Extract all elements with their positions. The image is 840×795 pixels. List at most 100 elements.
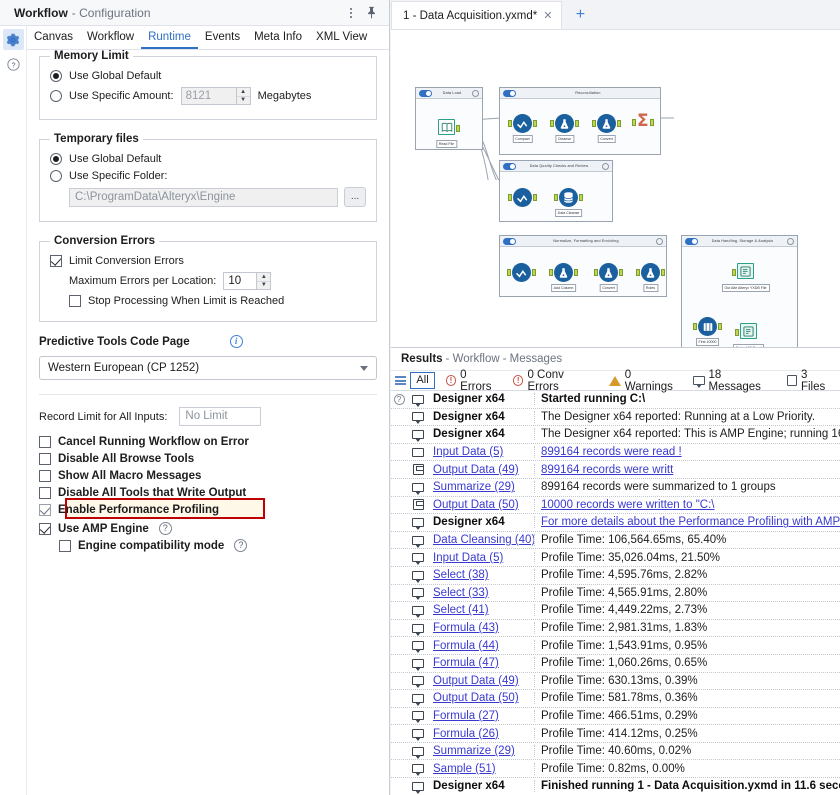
- option-disable-all-browse-tools[interactable]: Disable All Browse Tools: [27, 450, 389, 467]
- container-data-quality-checks[interactable]: Data Quality Checks and Review: [499, 160, 613, 222]
- message-row[interactable]: Select (41)Profile Time: 4,449.22ms, 2.7…: [391, 602, 840, 620]
- output-port[interactable]: [650, 119, 654, 126]
- tool-roles[interactable]: Roles: [641, 263, 660, 282]
- kebab-menu-icon[interactable]: [341, 3, 361, 23]
- filter-errors[interactable]: ! 0 Errors: [439, 369, 506, 393]
- message-tool-label[interactable]: Select (38): [433, 569, 489, 581]
- message-row[interactable]: Formula (43)Profile Time: 2,981.31ms, 1.…: [391, 620, 840, 638]
- message-tool-name[interactable]: Data Cleansing (40): [429, 534, 535, 546]
- message-row[interactable]: Formula (27)Profile Time: 466.51ms, 0.29…: [391, 708, 840, 726]
- stepper-down-icon[interactable]: ▼: [237, 97, 250, 105]
- message-text-label[interactable]: 899164 records were read !: [541, 446, 682, 458]
- message-row[interactable]: Summarize (29)899164 records were summar…: [391, 479, 840, 497]
- stop-processing-row[interactable]: Stop Processing When Limit is Reached: [50, 295, 366, 307]
- output-port[interactable]: [456, 125, 460, 132]
- message-tool-name[interactable]: Formula (44): [429, 640, 535, 652]
- message-text[interactable]: For more details about the Performance P…: [535, 516, 840, 528]
- input-port[interactable]: [632, 119, 636, 126]
- memory-global-row[interactable]: Use Global Default: [50, 70, 366, 82]
- memory-global-radio[interactable]: [50, 70, 62, 82]
- tool-sample-first-10000[interactable]: First 10000: [698, 317, 717, 336]
- message-row[interactable]: Output Data (50) 10000 records were writt…: [391, 497, 840, 515]
- message-row[interactable]: Output Data (49)Profile Time: 630.13ms, …: [391, 673, 840, 691]
- input-port[interactable]: [594, 269, 598, 276]
- message-row[interactable]: Output Data (50)Profile Time: 581.78ms, …: [391, 690, 840, 708]
- message-tool-name[interactable]: Output Data (49): [429, 675, 535, 687]
- tool-compact[interactable]: Compact: [513, 114, 532, 133]
- message-tool-label[interactable]: Formula (43): [433, 622, 499, 634]
- list-view-icon[interactable]: [395, 376, 406, 385]
- message-tool-name[interactable]: Output Data (49): [429, 464, 535, 476]
- workflow-canvas[interactable]: Data Load Read File: [391, 29, 840, 347]
- output-port[interactable]: [532, 269, 536, 276]
- output-port[interactable]: [575, 120, 579, 127]
- output-port[interactable]: [718, 323, 722, 330]
- message-row[interactable]: Designer x64The Designer x64 reported: T…: [391, 426, 840, 444]
- filter-conv-errors[interactable]: ! 0 Conv Errors: [506, 369, 602, 393]
- tool-summarize[interactable]: Σ: [637, 113, 649, 130]
- help-circle-icon[interactable]: ?: [159, 522, 172, 535]
- container-data-handling-storage-analysis[interactable]: Data Handling, Storage & Analysis Out Al…: [681, 235, 798, 347]
- output-port[interactable]: [579, 194, 583, 201]
- temp-folder-input[interactable]: C:\ProgramData\Alteryx\Engine: [69, 188, 338, 207]
- container-normalize-formatting-enriching[interactable]: Normalize, Formatting and Enriching: [499, 235, 667, 297]
- option-cancel-running-workflow-on-error[interactable]: Cancel Running Workflow on Error: [27, 433, 389, 450]
- tool-add-column[interactable]: Add Column: [554, 263, 573, 282]
- input-port[interactable]: [507, 269, 511, 276]
- output-port[interactable]: [619, 269, 623, 276]
- temp-specific-row[interactable]: Use Specific Folder:: [50, 170, 366, 182]
- message-row[interactable]: Formula (44)Profile Time: 1,543.91ms, 0.…: [391, 637, 840, 655]
- filter-files[interactable]: 3 Files: [780, 369, 840, 393]
- message-tool-name[interactable]: Summarize (29): [429, 481, 535, 493]
- message-row[interactable]: Summarize (29)Profile Time: 40.60ms, 0.0…: [391, 743, 840, 761]
- input-port[interactable]: [735, 329, 739, 336]
- message-row[interactable]: Data Cleansing (40)Profile Time: 106,564…: [391, 532, 840, 550]
- message-text-label[interactable]: For more details about the Performance P…: [541, 516, 840, 528]
- option-checkbox[interactable]: [39, 470, 51, 482]
- input-port[interactable]: [549, 269, 553, 276]
- memory-amount-stepper[interactable]: 8121 ▲ ▼: [181, 87, 251, 105]
- option-show-all-macro-messages[interactable]: Show All Macro Messages: [27, 467, 389, 484]
- stepper-up-icon[interactable]: ▲: [237, 88, 250, 97]
- input-port[interactable]: [693, 323, 697, 330]
- message-tool-label[interactable]: Summarize (29): [433, 481, 515, 493]
- record-limit-input[interactable]: No Limit: [179, 407, 261, 426]
- message-tool-label[interactable]: Summarize (29): [433, 745, 515, 757]
- stepper-down-icon[interactable]: ▼: [257, 282, 270, 290]
- message-tool-label[interactable]: Sample (51): [433, 763, 496, 775]
- message-tool-name[interactable]: Formula (47): [429, 657, 535, 669]
- message-row[interactable]: Input Data (5)899164 records were read !: [391, 444, 840, 462]
- filter-messages[interactable]: 18 Messages: [686, 369, 780, 393]
- toggle-on-icon[interactable]: [503, 238, 516, 245]
- memory-amount-arrows[interactable]: ▲ ▼: [236, 88, 250, 104]
- message-tool-label[interactable]: Output Data (50): [433, 499, 519, 511]
- input-port[interactable]: [550, 120, 554, 127]
- tab-xml-view[interactable]: XML View: [309, 25, 374, 49]
- max-errors-arrows[interactable]: ▲ ▼: [256, 273, 270, 289]
- option-checkbox[interactable]: [39, 523, 51, 535]
- memory-specific-radio[interactable]: [50, 90, 62, 102]
- help-circle-icon[interactable]: ?: [3, 54, 24, 75]
- toggle-on-icon[interactable]: [503, 163, 516, 170]
- container-data-load[interactable]: Data Load Read File: [415, 87, 483, 150]
- message-tool-name[interactable]: Formula (43): [429, 622, 535, 634]
- option-checkbox[interactable]: [39, 504, 51, 516]
- help-circle-icon[interactable]: ?: [391, 394, 407, 405]
- message-tool-name[interactable]: Select (33): [429, 587, 535, 599]
- tool-read-file[interactable]: Read File: [438, 119, 455, 135]
- gear-icon[interactable]: [3, 29, 24, 50]
- message-tool-name[interactable]: Input Data (5): [429, 552, 535, 564]
- limit-conversion-errors-checkbox[interactable]: [50, 255, 62, 267]
- max-errors-stepper[interactable]: 10 ▲ ▼: [223, 272, 271, 290]
- output-port[interactable]: [617, 120, 621, 127]
- message-tool-name[interactable]: Select (38): [429, 569, 535, 581]
- message-text[interactable]: 899164 records were read !: [535, 446, 840, 458]
- message-text-label[interactable]: 10000 records were written to "C:\: [541, 499, 714, 511]
- help-circle-icon[interactable]: ?: [234, 539, 247, 552]
- option-checkbox[interactable]: [39, 487, 51, 499]
- message-tool-name[interactable]: Sample (51): [429, 763, 535, 775]
- output-port[interactable]: [661, 269, 665, 276]
- message-row[interactable]: Designer x64Finished running 1 - Data Ac…: [391, 778, 840, 795]
- stop-processing-checkbox[interactable]: [69, 295, 81, 307]
- stepper-up-icon[interactable]: ▲: [257, 273, 270, 282]
